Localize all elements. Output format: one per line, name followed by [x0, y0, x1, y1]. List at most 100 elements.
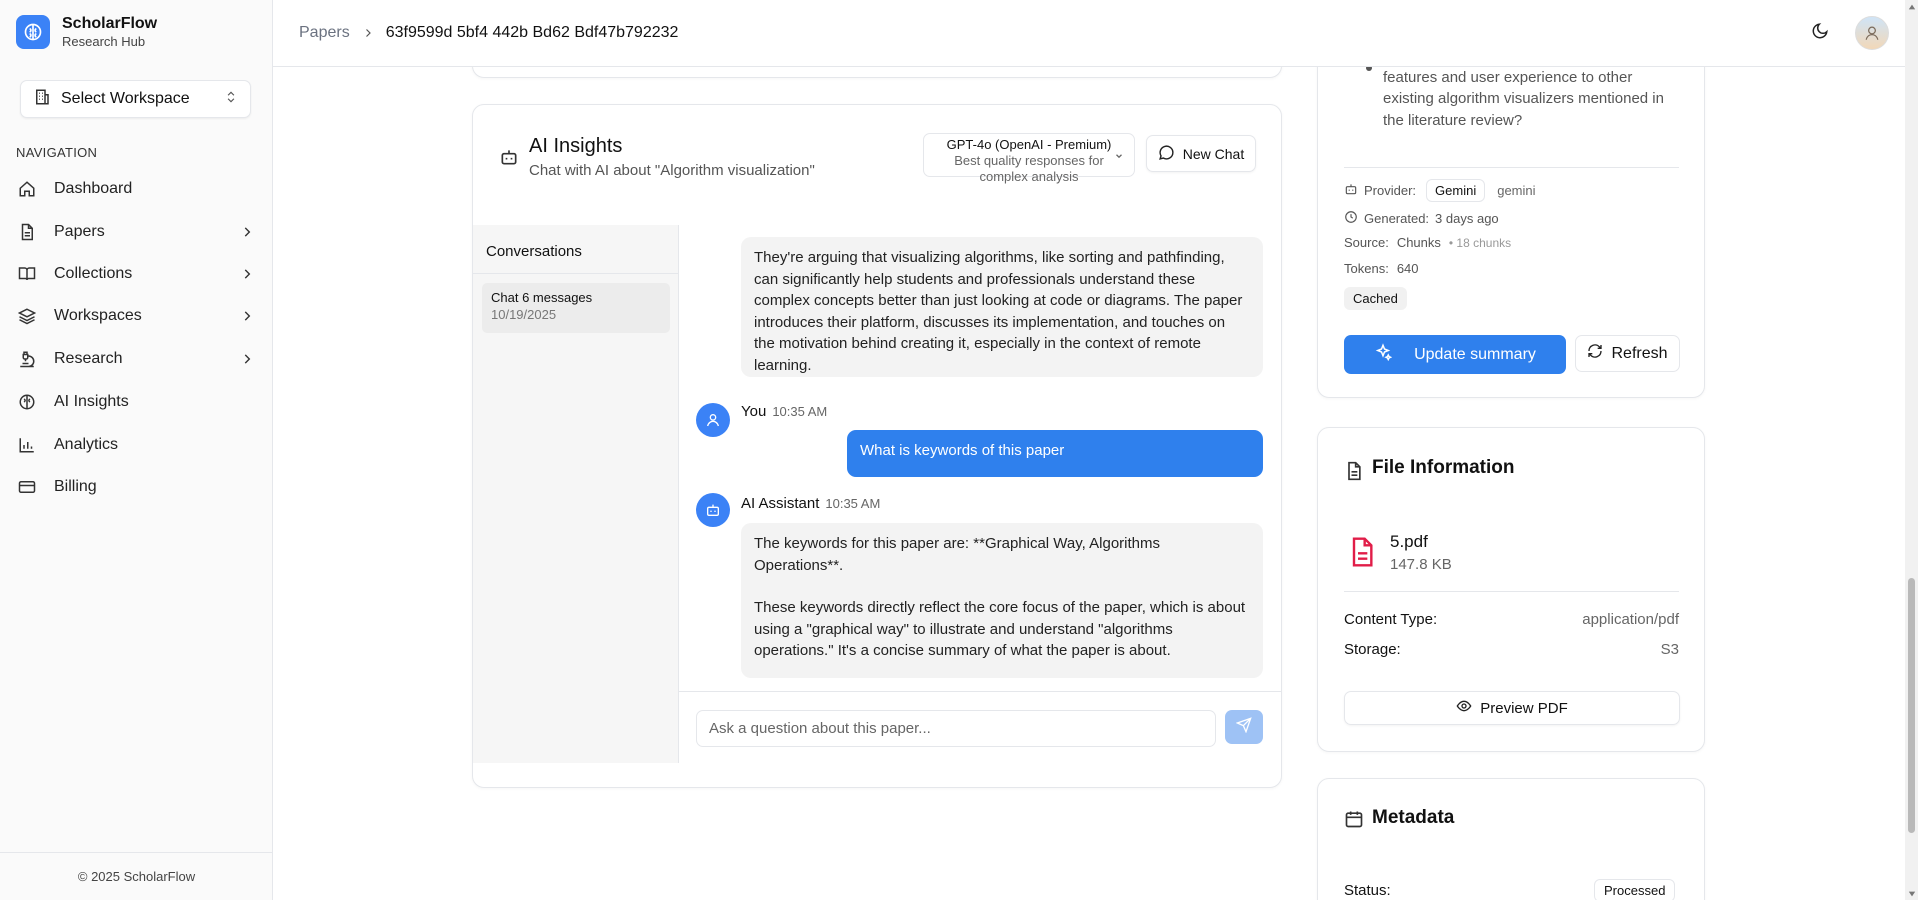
workspace-select[interactable]: Select Workspace: [20, 80, 251, 118]
source-value: Chunks: [1396, 235, 1441, 250]
cached-badge: Cached: [1344, 287, 1407, 310]
tokens-row: Tokens: 640: [1344, 261, 1419, 276]
sidebar-item-papers[interactable]: Papers: [16, 213, 256, 251]
sidebar-item-workspaces[interactable]: Workspaces: [16, 297, 256, 335]
conversations-title: Conversations: [486, 243, 582, 260]
sidebar: ScholarFlow Research Hub Select Workspac…: [0, 0, 273, 900]
model-description: Best quality responses for complex analy…: [954, 153, 1104, 184]
pdf-file-icon: [1346, 534, 1378, 575]
source-extra: • 18 chunks: [1448, 235, 1512, 250]
clock-icon: [1344, 210, 1358, 227]
sidebar-item-label: Research: [54, 350, 123, 367]
chevron-down-icon: [1114, 149, 1124, 165]
metadata-title: Metadata: [1372, 807, 1455, 828]
top-bar: Papers 63f9599d 5bf4 442b Bd62 Bdf47b792…: [273, 0, 1905, 67]
assistant-avatar: [696, 493, 730, 527]
user-message: What is keywords of this paper: [847, 430, 1263, 477]
app-root: { "brand": {"name": "ScholarFlow", "subt…: [0, 0, 1918, 900]
file-information-title: File Information: [1372, 457, 1515, 478]
messages-list[interactable]: They're arguing that visualizing algorit…: [679, 225, 1281, 695]
chevron-updown-icon: [224, 90, 238, 109]
send-icon: [1235, 716, 1252, 738]
sidebar-item-ai-insights[interactable]: AI Insights: [16, 383, 256, 421]
ai-insights-title: AI Insights: [529, 135, 623, 157]
breadcrumb-papers[interactable]: Papers: [299, 24, 350, 42]
layers-icon: [16, 305, 38, 327]
tokens-label: Tokens:: [1344, 261, 1389, 276]
conversation-item[interactable]: Chat 6 messages 10/19/2025: [482, 283, 670, 333]
message-time: 10:35 AM: [825, 496, 881, 511]
chevron-right-icon: [238, 265, 256, 283]
status-label: Status:: [1344, 882, 1391, 899]
divider: [1344, 591, 1679, 592]
update-summary-button[interactable]: Update summary: [1344, 335, 1566, 374]
storage-row: Storage: S3: [1344, 641, 1679, 658]
brain-icon: [16, 391, 38, 413]
sidebar-item-label: Papers: [54, 223, 105, 240]
sidebar-item-label: Workspaces: [54, 307, 142, 324]
assistant-message: They're arguing that visualizing algorit…: [741, 237, 1263, 377]
generated-value: 3 days ago: [1435, 211, 1499, 226]
preview-pdf-label: Preview PDF: [1480, 699, 1568, 717]
sidebar-item-collections[interactable]: Collections: [16, 255, 256, 293]
update-summary-label: Update summary: [1414, 345, 1536, 363]
message-paragraph: The keywords for this paper are: **Graph…: [754, 535, 1160, 574]
scroll-down-icon[interactable]: [1907, 889, 1916, 898]
chat-input[interactable]: [696, 710, 1216, 747]
status-row: Status:: [1344, 882, 1544, 899]
message-circle-icon: [1158, 144, 1175, 164]
brain-logo-icon: [16, 15, 50, 49]
nav-heading: NAVIGATION: [16, 145, 98, 160]
page-scrollbar[interactable]: [1905, 0, 1918, 900]
sidebar-item-label: Dashboard: [54, 180, 133, 197]
content-type-label: Content Type:: [1344, 611, 1438, 628]
bot-icon: [1344, 182, 1358, 199]
scroll-up-icon[interactable]: [1907, 2, 1916, 11]
home-icon: [16, 178, 38, 200]
sidebar-item-research[interactable]: Research: [16, 340, 256, 378]
chevron-right-icon: [238, 307, 256, 325]
content-type-row: Content Type: application/pdf: [1344, 611, 1679, 628]
file-name: 5.pdf: [1390, 532, 1428, 551]
conversations-panel: Conversations Chat 6 messages 10/19/2025: [473, 225, 679, 763]
conversation-date: 10/19/2025: [491, 307, 557, 322]
header-actions: [1811, 16, 1889, 50]
brand-subtitle: Research Hub: [62, 34, 146, 49]
sidebar-footer: © 2025 ScholarFlow: [0, 852, 273, 900]
divider: [1344, 167, 1679, 168]
moon-icon[interactable]: [1811, 22, 1829, 45]
message-time: 10:35 AM: [772, 404, 828, 419]
breadcrumb-current: 63f9599d 5bf4 442b Bd62 Bdf47b792232: [385, 24, 679, 41]
author-name: You: [741, 403, 767, 420]
sidebar-item-billing[interactable]: Billing: [16, 468, 256, 506]
sidebar-item-label: Collections: [54, 265, 133, 282]
sidebar-item-analytics[interactable]: Analytics: [16, 426, 256, 464]
model-select[interactable]: GPT-4o (OpenAI - Premium) Best quality r…: [923, 133, 1135, 184]
storage-value: S3: [1660, 641, 1679, 658]
brand-name: ScholarFlow: [62, 15, 158, 32]
preview-pdf-button[interactable]: Preview PDF: [1344, 691, 1680, 725]
message-author: You 10:35 AM: [741, 403, 827, 420]
sparkles-icon: [1374, 343, 1393, 366]
model-name: GPT-4o (OpenAI - Premium): [946, 137, 1112, 152]
assistant-message: The keywords for this paper are: **Graph…: [741, 523, 1263, 678]
chart-icon: [16, 434, 38, 456]
chevron-right-icon: [362, 27, 374, 39]
sidebar-item-dashboard[interactable]: Dashboard: [16, 170, 256, 208]
user-avatar[interactable]: [1855, 16, 1889, 50]
refresh-button[interactable]: Refresh: [1575, 335, 1680, 372]
message-author: AI Assistant 10:35 AM: [741, 495, 880, 512]
generated-row: Generated: 3 days ago: [1344, 210, 1499, 227]
chevron-right-icon: [238, 350, 256, 368]
scroll-thumb[interactable]: [1908, 578, 1915, 833]
file-size: 147.8 KB: [1390, 556, 1452, 573]
bot-icon: [499, 147, 519, 172]
source-row: Source: Chunks • 18 chunks: [1344, 235, 1511, 250]
chevron-right-icon: [238, 223, 256, 241]
new-chat-button[interactable]: New Chat: [1146, 135, 1256, 172]
file-information-card: File Information 5.pdf 147.8 KB Content …: [1317, 427, 1705, 752]
send-button[interactable]: [1225, 710, 1263, 744]
brand[interactable]: ScholarFlow Research Hub: [16, 14, 157, 50]
microscope-icon: [16, 348, 38, 370]
status-badge: Processed: [1594, 879, 1676, 900]
